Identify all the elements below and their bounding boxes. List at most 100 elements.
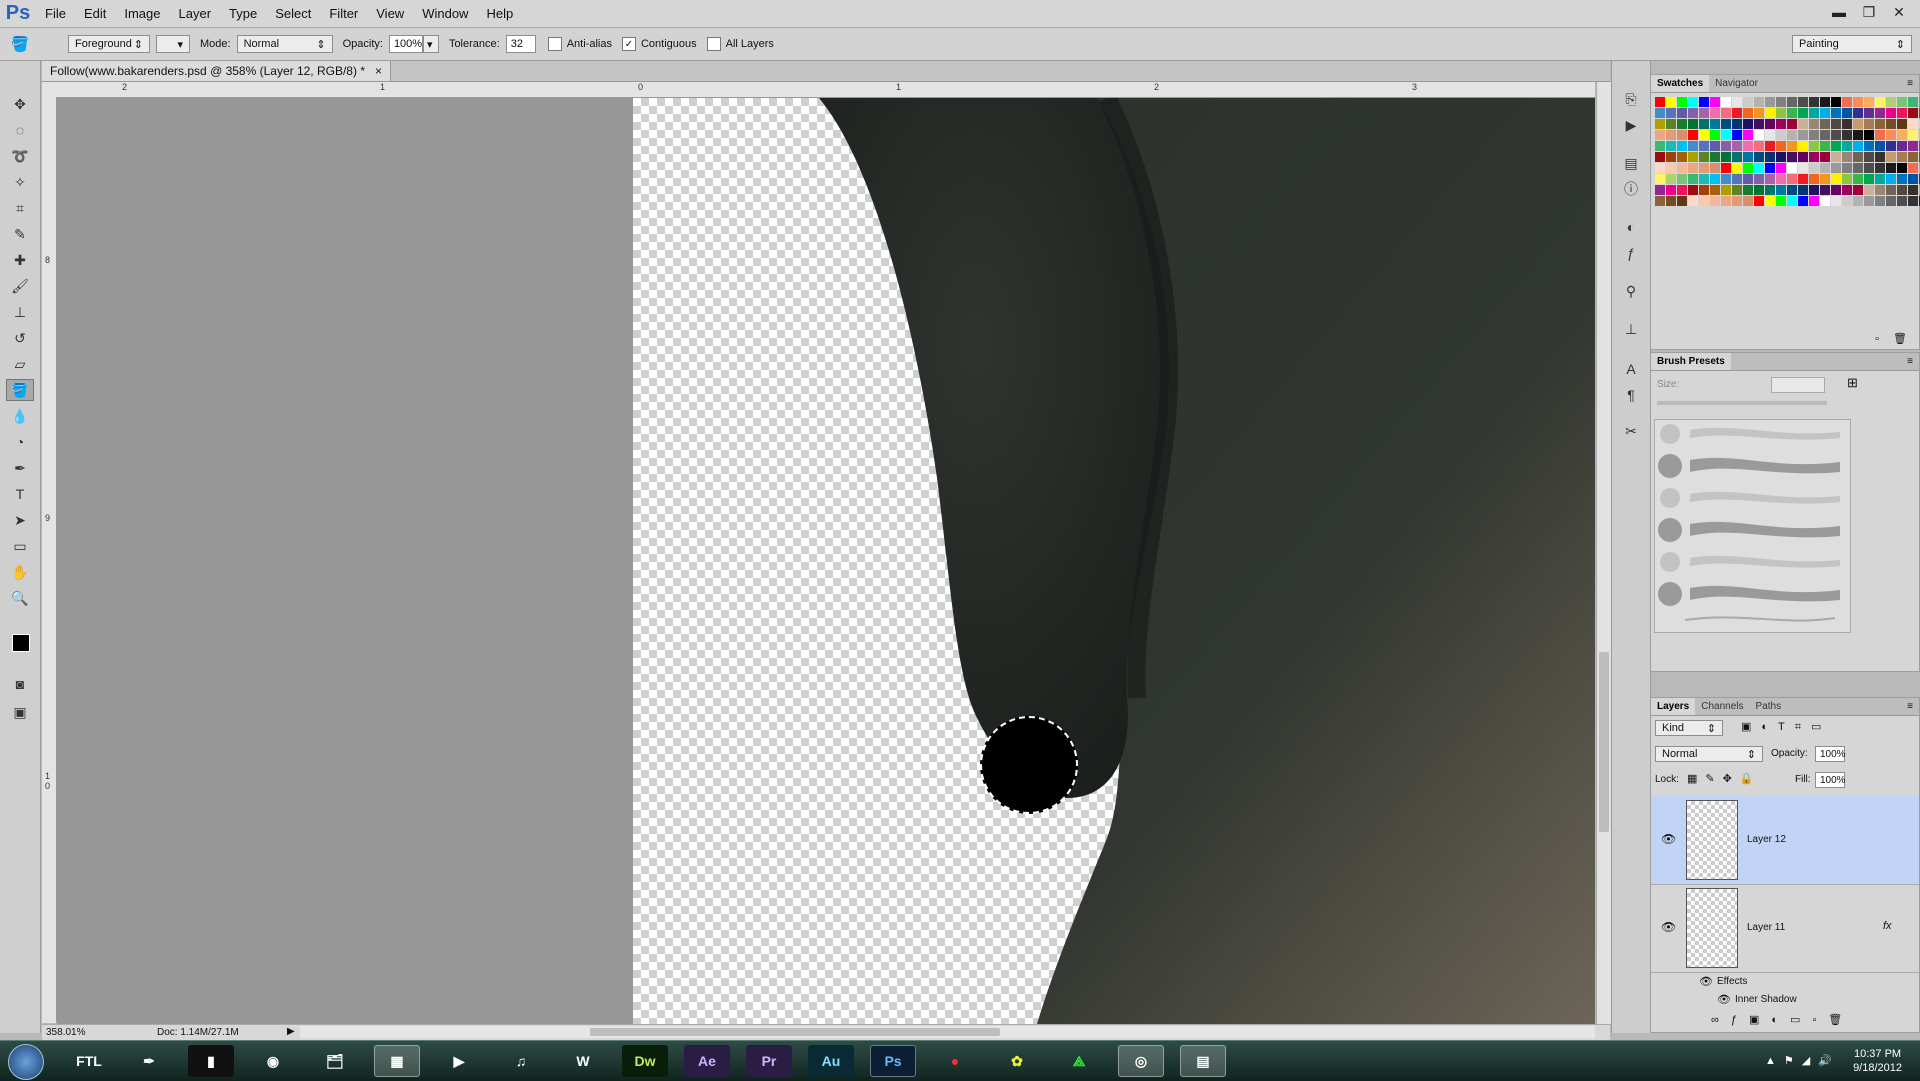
color-swatch[interactable] (1875, 97, 1885, 107)
color-swatch[interactable] (1732, 141, 1742, 151)
lasso-tool-icon[interactable]: ➰ (6, 145, 34, 167)
fill-input[interactable]: 100% (1815, 772, 1846, 788)
color-swatch[interactable] (1754, 141, 1764, 151)
color-swatch[interactable] (1798, 141, 1808, 151)
color-swatch[interactable] (1655, 108, 1665, 118)
selection-marquee[interactable] (980, 716, 1078, 814)
color-swatch[interactable] (1688, 119, 1698, 129)
color-swatch[interactable] (1754, 152, 1764, 162)
status-arrow-icon[interactable]: ▶ (287, 1026, 295, 1037)
color-swatch[interactable] (1820, 119, 1830, 129)
color-swatch[interactable] (1809, 141, 1819, 151)
color-swatch[interactable] (1655, 196, 1665, 206)
color-swatch[interactable] (1754, 174, 1764, 184)
color-swatch[interactable] (1688, 108, 1698, 118)
color-swatch[interactable] (1721, 196, 1731, 206)
color-swatch[interactable] (1820, 141, 1830, 151)
color-swatch[interactable] (1809, 97, 1819, 107)
menu-help[interactable]: Help (477, 6, 522, 21)
color-swatch[interactable] (1754, 196, 1764, 206)
color-swatch[interactable] (1908, 97, 1918, 107)
color-swatch[interactable] (1754, 185, 1764, 195)
color-swatch[interactable] (1897, 108, 1907, 118)
color-swatch[interactable] (1655, 141, 1665, 151)
history-icon[interactable]: ⎘ (1619, 89, 1643, 109)
color-swatch[interactable] (1765, 108, 1775, 118)
color-swatch[interactable] (1765, 152, 1775, 162)
color-swatch[interactable] (1743, 152, 1753, 162)
menu-view[interactable]: View (367, 6, 413, 21)
color-swatch[interactable] (1688, 130, 1698, 140)
color-swatch[interactable] (1688, 174, 1698, 184)
color-swatch[interactable] (1732, 196, 1742, 206)
color-swatch[interactable] (1842, 130, 1852, 140)
tab-layers[interactable]: Layers (1651, 698, 1696, 715)
color-swatch[interactable] (1842, 108, 1852, 118)
color-swatch[interactable] (1864, 141, 1874, 151)
color-swatch[interactable] (1864, 174, 1874, 184)
color-swatch[interactable] (1897, 152, 1907, 162)
color-swatch[interactable] (1831, 141, 1841, 151)
eye-icon[interactable]: 👁 (1661, 920, 1676, 934)
color-swatch[interactable] (1655, 119, 1665, 129)
fx-icon[interactable]: fx (1883, 920, 1892, 932)
tolerance-input[interactable]: 32 (505, 35, 536, 53)
color-swatch[interactable] (1908, 130, 1918, 140)
color-swatch[interactable] (1776, 141, 1786, 151)
color-swatch[interactable] (1798, 174, 1808, 184)
color-swatch[interactable] (1842, 174, 1852, 184)
color-swatch[interactable] (1875, 152, 1885, 162)
color-swatch[interactable] (1787, 141, 1797, 151)
character-icon[interactable]: A (1619, 359, 1643, 379)
color-swatch[interactable] (1831, 185, 1841, 195)
color-swatch[interactable] (1809, 119, 1819, 129)
color-swatch[interactable] (1721, 163, 1731, 173)
color-swatch[interactable] (1754, 108, 1764, 118)
color-swatch[interactable] (1864, 119, 1874, 129)
menu-image[interactable]: Image (115, 6, 169, 21)
tray-icons[interactable]: ▲⚑◢🔊 (1765, 1054, 1840, 1067)
color-swatch[interactable] (1688, 97, 1698, 107)
color-swatch[interactable] (1820, 97, 1830, 107)
type-tool-icon[interactable]: T (6, 483, 34, 505)
color-swatch[interactable] (1765, 174, 1775, 184)
color-swatch[interactable] (1886, 119, 1896, 129)
color-swatch[interactable] (1787, 119, 1797, 129)
color-swatch[interactable] (1655, 130, 1665, 140)
color-swatch[interactable] (1677, 108, 1687, 118)
new-swatch-icon[interactable]: ▫ (1875, 333, 1879, 345)
color-swatch[interactable] (1732, 185, 1742, 195)
color-swatch[interactable] (1721, 108, 1731, 118)
color-swatch[interactable] (1699, 152, 1709, 162)
menu-edit[interactable]: Edit (75, 6, 115, 21)
color-swatch[interactable] (1853, 108, 1863, 118)
color-swatch[interactable] (1842, 152, 1852, 162)
color-swatch[interactable] (1710, 185, 1720, 195)
color-swatch[interactable] (1688, 185, 1698, 195)
taskbar-app-terminal[interactable]: ▮ (188, 1045, 234, 1077)
color-swatch[interactable] (1666, 174, 1676, 184)
brush-preset-list[interactable] (1654, 419, 1851, 633)
color-swatch[interactable] (1732, 108, 1742, 118)
color-swatch[interactable] (1677, 185, 1687, 195)
color-swatch[interactable] (1864, 185, 1874, 195)
taskbar-app-folder[interactable]: 🗂 (312, 1045, 358, 1077)
eraser-tool-icon[interactable]: ▱ (6, 353, 34, 375)
taskbar-app-player[interactable]: ▶ (436, 1045, 482, 1077)
color-swatch[interactable] (1886, 108, 1896, 118)
taskbar-app-premiere[interactable]: Pr (746, 1045, 792, 1077)
color-swatch[interactable] (1677, 130, 1687, 140)
color-swatch[interactable] (1875, 196, 1885, 206)
color-swatch[interactable] (1809, 130, 1819, 140)
color-swatch[interactable] (1908, 119, 1918, 129)
color-swatch[interactable] (1721, 152, 1731, 162)
color-swatch[interactable] (1787, 185, 1797, 195)
taskbar-app-signal[interactable]: ◉ (250, 1045, 296, 1077)
start-button[interactable] (8, 1044, 44, 1080)
opacity-input[interactable]: 100% (388, 35, 423, 53)
color-swatch[interactable] (1897, 196, 1907, 206)
color-swatch[interactable] (1776, 185, 1786, 195)
system-clock[interactable]: 10:37 PM 9/18/2012 (1853, 1047, 1902, 1075)
pen-tool-icon[interactable]: ✒ (6, 457, 34, 479)
color-swatch[interactable] (1732, 97, 1742, 107)
